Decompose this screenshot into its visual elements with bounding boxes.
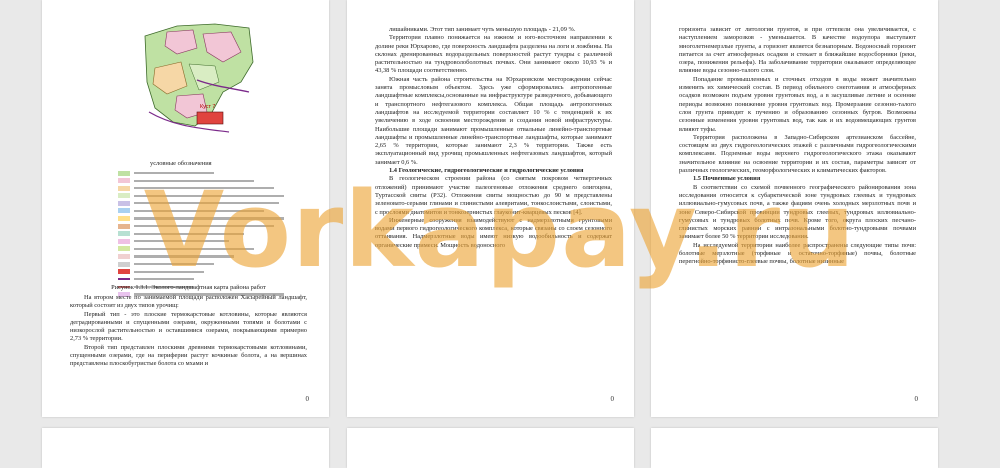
page-3: горизонта зависит от литологии грунтов, … bbox=[651, 0, 938, 417]
page-number: 0 bbox=[305, 395, 310, 403]
paragraph: Южная часть района строительства на Юрха… bbox=[375, 75, 612, 166]
map-legend bbox=[118, 170, 288, 299]
page-6 bbox=[651, 428, 938, 468]
page-number: 0 bbox=[610, 395, 615, 403]
section-heading: 1.4 Геологические, гидрогеологические и … bbox=[389, 167, 584, 175]
paragraph: Территория плавно понижается на южном и … bbox=[375, 34, 612, 75]
figure-caption: Рисунок 1.3.1. Эколого-ландшафтная карта… bbox=[111, 284, 266, 291]
paragraph: Попадание промышленных и сточных отходов… bbox=[679, 75, 916, 133]
page-2: лишайниками. Этот тип занимает чуть мень… bbox=[347, 0, 634, 417]
paragraph: В соответствии со схемой почвенного геог… bbox=[679, 183, 916, 241]
paragraph: В геологическом строении района (со снят… bbox=[375, 175, 612, 216]
page-3-body: горизонта зависит от литологии грунтов, … bbox=[679, 26, 916, 267]
paragraph: лишайниками. Этот тип занимает чуть мень… bbox=[389, 26, 576, 33]
paragraph: горизонта зависит от литологии грунтов, … bbox=[679, 26, 916, 75]
section-heading: 1.5 Почвенные условия bbox=[693, 175, 761, 183]
map-label: Куст 7 bbox=[200, 104, 215, 110]
page-1-body: На втором месте по занимаемой площади ра… bbox=[70, 294, 307, 369]
page-1: Куст 7 условные обозначения Рисунок 1.3.… bbox=[42, 0, 329, 417]
page-number: 0 bbox=[914, 395, 919, 403]
paragraph: Инженерные сооружения взаимодействуют с … bbox=[375, 216, 612, 249]
page-4 bbox=[42, 428, 329, 468]
paragraph: На исследуемой территории наиболее распр… bbox=[679, 241, 916, 266]
paragraph: Территория расположена в Западно-Сибирск… bbox=[679, 133, 916, 175]
page-2-body: лишайниками. Этот тип занимает чуть мень… bbox=[375, 26, 612, 250]
paragraph: На втором месте по занимаемой площади ра… bbox=[70, 294, 307, 310]
paragraph: Второй тип представлен плоскими древними… bbox=[70, 343, 307, 368]
paragraph: Первый тип - это плоские термокарстовые … bbox=[70, 310, 307, 343]
legend-title: условные обозначения bbox=[150, 160, 212, 167]
eco-landscape-map: Куст 7 bbox=[137, 22, 257, 142]
page-5 bbox=[347, 428, 634, 468]
